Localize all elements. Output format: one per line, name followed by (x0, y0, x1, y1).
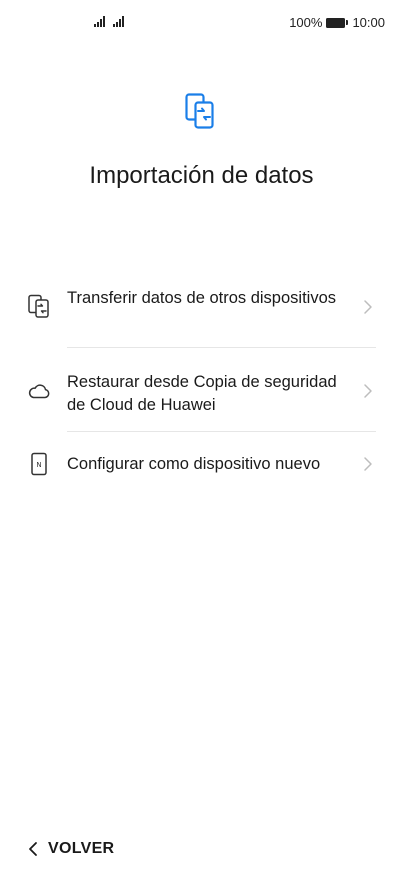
cloud-icon (28, 384, 50, 399)
chevron-right-icon (364, 457, 372, 471)
new-device-icon: N (31, 452, 47, 476)
screen: 100% 10:00 Importación de datos Transfer… (0, 0, 403, 896)
svg-text:N: N (36, 461, 41, 469)
status-bar: 100% 10:00 (0, 0, 403, 48)
option-label: Transferir datos de otros dispositivos (67, 289, 337, 307)
phone-transfer-icon (28, 294, 49, 318)
signal-icon (94, 16, 105, 27)
status-right: 100% 10:00 (289, 15, 385, 30)
back-label: VOLVER (48, 840, 115, 857)
chevron-right-icon (364, 384, 372, 398)
options-list: Transferir datos de otros dispositivos R… (0, 264, 403, 498)
back-button[interactable]: VOLVER (28, 840, 114, 858)
signal-icon (113, 16, 124, 27)
chevron-right-icon (364, 300, 372, 314)
signal-indicators (94, 16, 124, 27)
option-new-device[interactable]: N Configurar como dispositivo nuevo (0, 432, 403, 498)
battery-percent: 100% (289, 15, 323, 30)
chevron-left-icon (29, 842, 37, 856)
option-label: Restaurar desde Copia de seguridad de Cl… (67, 373, 337, 414)
phone-transfer-icon (185, 93, 214, 129)
option-label: Configurar como dispositivo nuevo (67, 455, 321, 473)
option-restore-cloud[interactable]: Restaurar desde Copia de seguridad de Cl… (0, 348, 403, 432)
page-title: Importación de datos (89, 162, 314, 189)
option-transfer-data[interactable]: Transferir datos de otros dispositivos (0, 264, 403, 348)
clock: 10:00 (352, 15, 385, 30)
battery-icon (326, 17, 349, 28)
